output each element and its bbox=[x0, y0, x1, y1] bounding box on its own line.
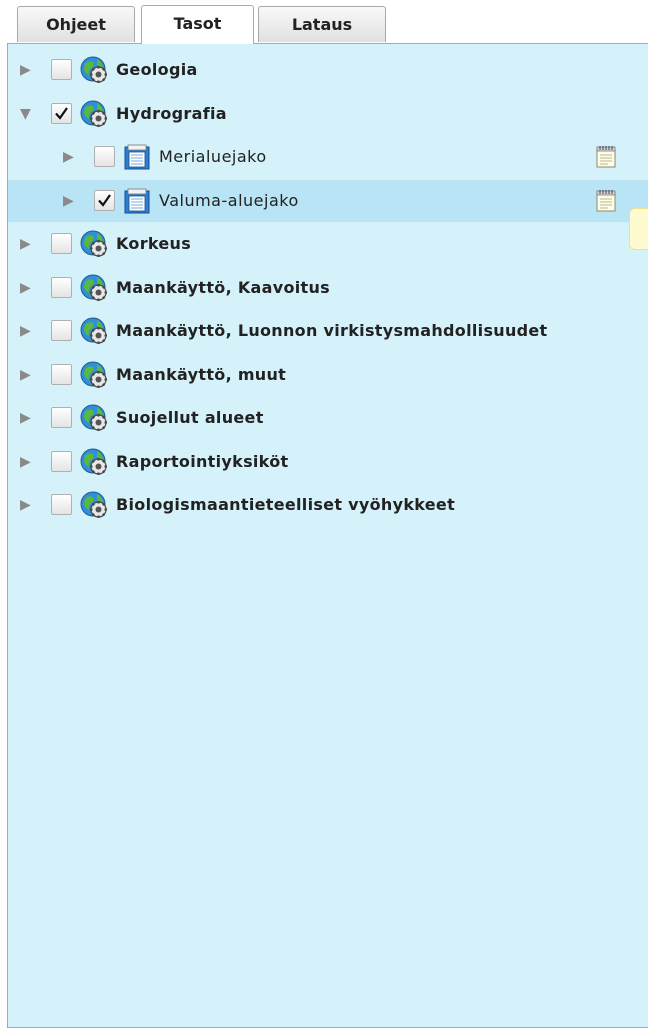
metadata-notepad-icon[interactable] bbox=[595, 189, 617, 213]
globe-gear-icon bbox=[80, 491, 108, 519]
layer-row[interactable]: ▶ Merialuejako bbox=[8, 136, 648, 178]
expand-arrow-icon[interactable]: ▶ bbox=[63, 192, 77, 210]
globe-gear-icon bbox=[80, 56, 108, 84]
layer-checkbox[interactable] bbox=[51, 407, 72, 428]
layer-row[interactable]: ▶ Suojellut alueet bbox=[8, 397, 648, 439]
layer-checkbox[interactable] bbox=[51, 494, 72, 515]
layer-label[interactable]: Maankäyttö, muut bbox=[116, 354, 286, 396]
layer-checkbox[interactable] bbox=[51, 102, 72, 124]
layer-checkbox[interactable] bbox=[51, 233, 72, 254]
layer-label[interactable]: Korkeus bbox=[116, 223, 191, 265]
expand-arrow-icon[interactable]: ▶ bbox=[20, 61, 34, 79]
metadata-notepad-icon[interactable] bbox=[595, 145, 617, 169]
layer-row[interactable]: ▶ Maankäyttö, Luonnon virkistysmahdollisu… bbox=[8, 310, 648, 352]
tab-bar: Ohjeet Tasot Lataus bbox=[0, 0, 648, 44]
layer-label[interactable]: Maankäyttö, Kaavoitus bbox=[116, 267, 330, 309]
collapse-arrow-icon[interactable]: ▼ bbox=[20, 105, 34, 123]
layer-checkbox[interactable] bbox=[51, 450, 72, 472]
tooltip-edge bbox=[629, 208, 648, 250]
globe-gear-icon bbox=[80, 100, 108, 128]
layer-row[interactable]: ▶ Valuma-aluejako bbox=[8, 179, 648, 222]
expand-arrow-icon[interactable]: ▶ bbox=[20, 409, 34, 427]
expand-arrow-icon[interactable]: ▶ bbox=[20, 279, 34, 297]
expand-arrow-icon[interactable]: ▶ bbox=[63, 148, 77, 166]
layer-label[interactable]: Merialuejako bbox=[159, 136, 267, 178]
layer-checkbox[interactable] bbox=[94, 146, 115, 167]
layer-checkbox[interactable] bbox=[94, 189, 115, 211]
expand-arrow-icon[interactable]: ▶ bbox=[20, 235, 34, 253]
layer-checkbox[interactable] bbox=[51, 320, 72, 341]
layer-checkbox[interactable] bbox=[51, 276, 72, 298]
expand-arrow-icon[interactable]: ▶ bbox=[20, 366, 34, 384]
layer-label[interactable]: Suojellut alueet bbox=[116, 397, 264, 439]
layer-row[interactable]: ▶ Maankäyttö, Kaavoitus bbox=[8, 267, 648, 309]
layer-checkbox[interactable] bbox=[51, 59, 72, 80]
globe-gear-icon bbox=[80, 448, 108, 476]
globe-gear-icon bbox=[80, 361, 108, 389]
layer-row[interactable]: ▶ Biologismaantieteelliset vyöhykkeet bbox=[8, 484, 648, 526]
layer-label[interactable]: Hydrografia bbox=[116, 93, 227, 135]
globe-gear-icon bbox=[80, 317, 108, 345]
layer-row[interactable]: ▶ Maankäyttö, muut bbox=[8, 354, 648, 396]
globe-gear-icon bbox=[80, 230, 108, 258]
layer-row[interactable]: ▶ Korkeus bbox=[8, 223, 648, 265]
folder-layer-icon bbox=[123, 143, 151, 171]
layer-label[interactable]: Geologia bbox=[116, 49, 198, 91]
tab-ohjeet[interactable]: Ohjeet bbox=[17, 6, 135, 42]
globe-gear-icon bbox=[80, 274, 108, 302]
expand-arrow-icon[interactable]: ▶ bbox=[20, 322, 34, 340]
layer-tree-panel: ▶ Geologia ▼ Hydrografia ▶ Merialuejako ▶ Valum… bbox=[7, 43, 648, 1028]
expand-arrow-icon[interactable]: ▶ bbox=[20, 453, 34, 471]
layer-checkbox[interactable] bbox=[51, 363, 72, 385]
layer-label[interactable]: Valuma-aluejako bbox=[159, 180, 299, 222]
layer-row[interactable]: ▶ Geologia bbox=[8, 49, 648, 91]
globe-gear-icon bbox=[80, 404, 108, 432]
layer-row[interactable]: ▶ Raportointiyksiköt bbox=[8, 441, 648, 483]
tab-lataus[interactable]: Lataus bbox=[258, 6, 386, 42]
layer-label[interactable]: Biologismaantieteelliset vyöhykkeet bbox=[116, 484, 455, 526]
layer-row[interactable]: ▼ Hydrografia bbox=[8, 93, 648, 135]
tab-tasot[interactable]: Tasot bbox=[141, 5, 254, 44]
expand-arrow-icon[interactable]: ▶ bbox=[20, 496, 34, 514]
folder-layer-icon bbox=[123, 187, 151, 215]
layer-label[interactable]: Maankäyttö, Luonnon virkistysmahdollisuu… bbox=[116, 310, 548, 352]
layer-label[interactable]: Raportointiyksiköt bbox=[116, 441, 288, 483]
